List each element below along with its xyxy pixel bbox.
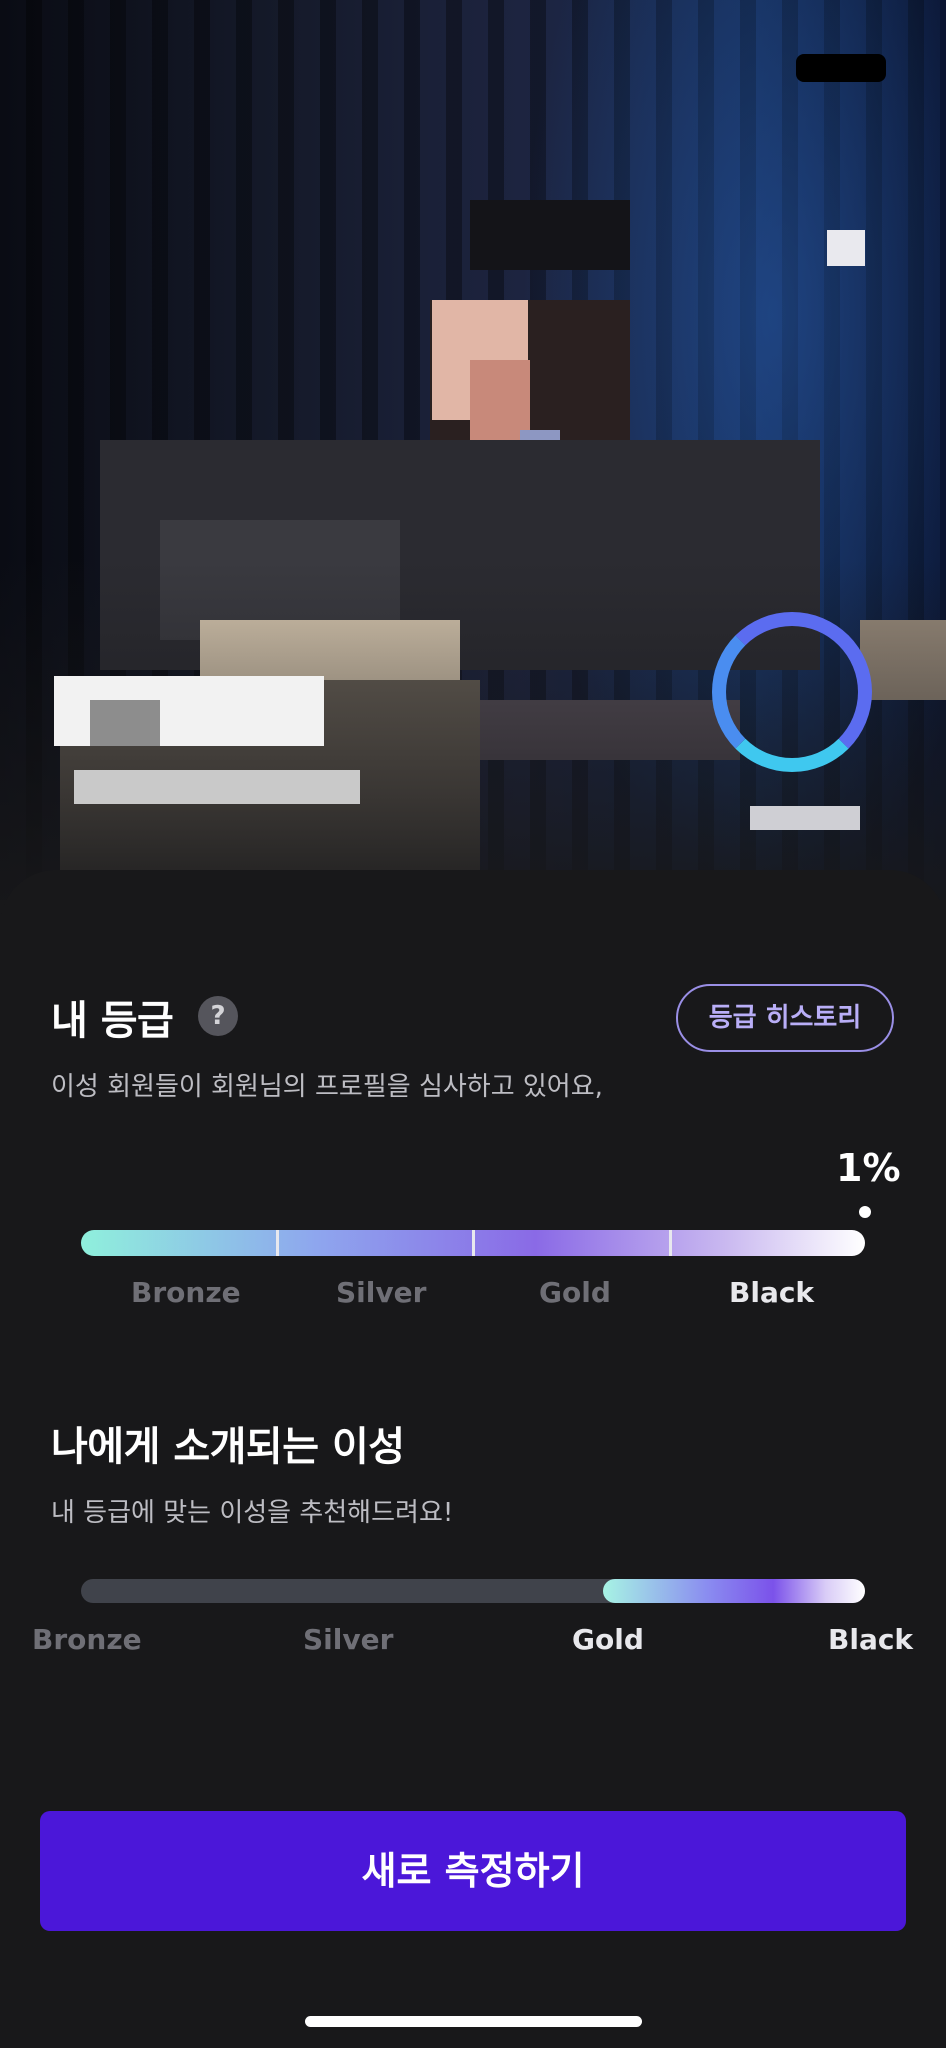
intro-title: 나에게 소개되는 이성	[51, 1424, 405, 1470]
photo-pixel	[750, 806, 860, 830]
grade-tier-silver: Silver	[336, 1276, 427, 1309]
grade-tier-black: Black	[729, 1276, 815, 1309]
photo-pixel	[470, 360, 530, 440]
photo-pixel	[470, 200, 630, 270]
intro-tier-black: Black	[828, 1623, 914, 1656]
home-indicator[interactable]	[305, 2016, 642, 2027]
grade-tier-gold: Gold	[539, 1276, 611, 1309]
question-icon[interactable]: ?	[198, 996, 238, 1036]
grade-description: 이성 회원들이 회원님의 프로필을 심사하고 있어요,	[51, 1072, 603, 1102]
close-icon[interactable]	[827, 230, 865, 266]
percentile-label: 1%	[836, 1146, 901, 1190]
profile-score-ring[interactable]	[712, 612, 872, 772]
remeasure-button[interactable]: 새로 측정하기	[40, 1811, 906, 1931]
percentile-marker	[859, 1206, 871, 1218]
photo-pixel	[90, 700, 160, 746]
grade-history-button[interactable]: 등급 히스토리	[676, 984, 894, 1052]
intro-tier-bronze: Bronze	[32, 1623, 142, 1656]
intro-description: 내 등급에 맞는 이성을 추천해드려요!	[51, 1498, 454, 1528]
profile-photo	[0, 0, 946, 900]
grade-title: 내 등급	[51, 998, 174, 1044]
intro-tier-gold: Gold	[572, 1623, 644, 1656]
intro-range-fill	[603, 1579, 865, 1603]
photo-pixel	[74, 770, 360, 804]
intro-tier-silver: Silver	[303, 1623, 394, 1656]
grade-bar-divider	[472, 1230, 475, 1256]
grade-bar-divider	[669, 1230, 672, 1256]
status-bar-pill	[796, 54, 886, 82]
grade-tier-bronze: Bronze	[131, 1276, 241, 1309]
grade-bar-divider	[276, 1230, 279, 1256]
